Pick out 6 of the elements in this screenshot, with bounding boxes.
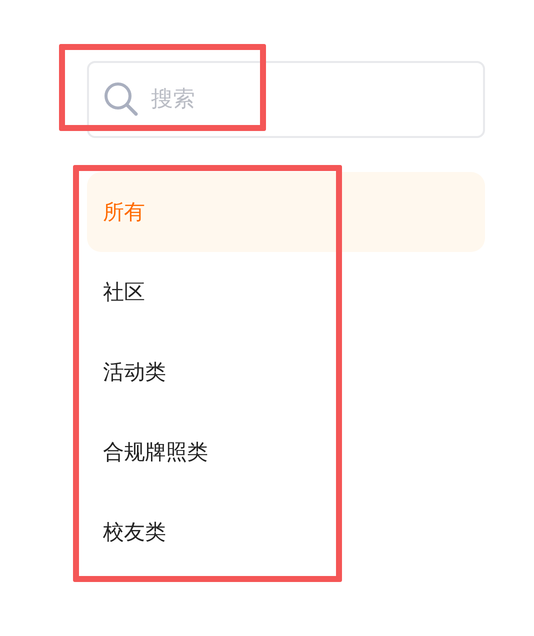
category-item[interactable]: 活动类	[87, 332, 485, 412]
category-item[interactable]: 合规牌照类	[87, 412, 485, 492]
category-item[interactable]: 校友类	[87, 492, 485, 572]
category-item[interactable]: 社区	[87, 252, 485, 332]
search-field[interactable]: 搜索	[87, 61, 485, 138]
search-icon	[103, 81, 139, 117]
